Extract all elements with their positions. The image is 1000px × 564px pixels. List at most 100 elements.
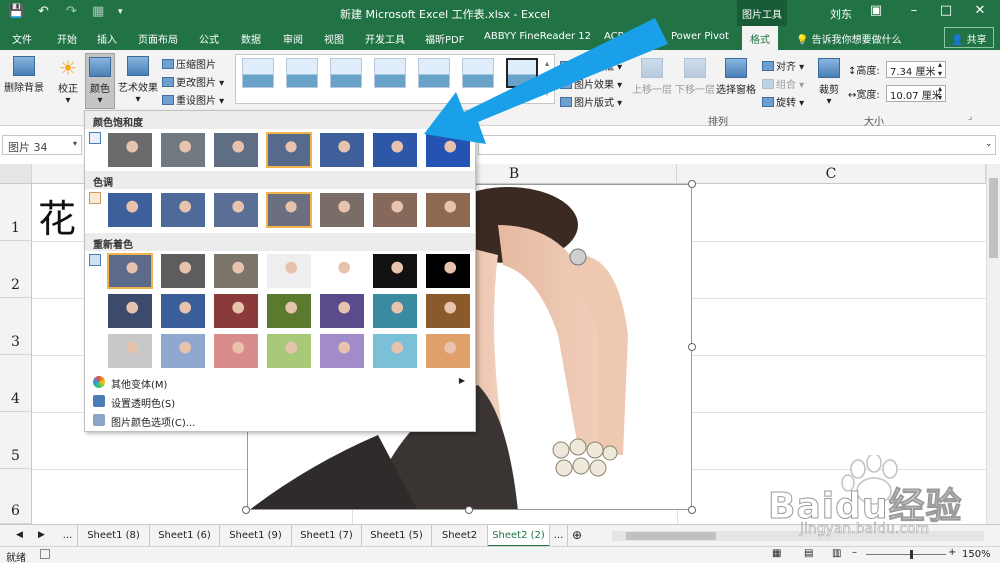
picture-effects-button[interactable]: 图片效果 ▾ — [560, 76, 622, 91]
row-header-3[interactable]: 3 — [0, 298, 32, 355]
h-scrollbar-thumb[interactable] — [626, 532, 716, 540]
color-button[interactable]: 颜色 ▾ — [85, 53, 115, 109]
tab-insert[interactable]: 插入 — [97, 31, 117, 46]
color-option-swatch[interactable] — [107, 192, 153, 228]
color-option-swatch[interactable] — [266, 293, 312, 329]
group-button[interactable]: 组合 ▾ — [762, 76, 804, 91]
page-layout-view-icon[interactable]: ▤ — [804, 548, 813, 559]
more-variants-item[interactable]: 其他变体(M) ▶ — [89, 373, 473, 392]
color-option-swatch[interactable] — [213, 192, 259, 228]
cell-a1-text[interactable]: 花 — [38, 188, 76, 243]
maximize-icon[interactable]: □ — [936, 3, 956, 18]
color-option-swatch[interactable] — [160, 253, 206, 289]
scrollbar-thumb[interactable] — [989, 178, 998, 258]
color-option-swatch[interactable] — [213, 333, 259, 369]
normal-view-icon[interactable]: ▦ — [772, 548, 781, 559]
undo-icon[interactable]: ↶ — [38, 4, 49, 19]
color-option-swatch[interactable] — [372, 333, 418, 369]
color-option-swatch[interactable] — [425, 293, 471, 329]
sheet-tab-more-left[interactable]: ... — [58, 525, 78, 547]
resize-handle[interactable] — [465, 506, 473, 514]
tab-developer[interactable]: 开发工具 — [365, 31, 405, 46]
picture-style-5[interactable] — [418, 58, 450, 88]
tab-abbyy[interactable]: ABBYY FineReader 12 — [484, 31, 591, 42]
picture-layout-button[interactable]: 图片版式 ▾ — [560, 94, 622, 109]
vertical-scrollbar[interactable] — [986, 164, 1000, 524]
sheet-tab-more-right[interactable]: ... — [550, 525, 568, 547]
color-options-item[interactable]: 图片颜色选项(C)... — [89, 411, 473, 430]
color-option-swatch[interactable] — [372, 132, 418, 168]
sheet-tab[interactable]: Sheet1 (6) — [150, 525, 220, 547]
color-option-swatch[interactable] — [213, 293, 259, 329]
color-option-swatch[interactable] — [107, 132, 153, 168]
selection-pane-button[interactable]: 选择窗格 — [716, 58, 756, 96]
color-option-swatch[interactable] — [213, 253, 259, 289]
color-option-swatch[interactable] — [425, 253, 471, 289]
picture-style-2[interactable] — [286, 58, 318, 88]
tab-formulas[interactable]: 公式 — [199, 31, 219, 46]
add-sheet-icon[interactable]: ⊕ — [572, 528, 582, 542]
color-option-swatch[interactable] — [266, 333, 312, 369]
tab-format[interactable]: 格式 — [742, 26, 778, 50]
picture-style-7[interactable] — [506, 58, 538, 88]
formula-input[interactable] — [478, 135, 996, 155]
color-option-swatch[interactable] — [266, 132, 312, 168]
color-option-swatch[interactable] — [160, 192, 206, 228]
color-option-swatch[interactable] — [160, 333, 206, 369]
color-option-swatch[interactable] — [319, 132, 365, 168]
row-header-6[interactable]: 6 — [0, 469, 32, 524]
change-picture-button[interactable]: 更改图片 ▾ — [162, 74, 224, 89]
corrections-button[interactable]: ☀ 校正 ▾ — [54, 56, 82, 106]
save-icon[interactable]: 💾 — [8, 4, 24, 19]
color-option-swatch[interactable] — [107, 293, 153, 329]
scroll-left-icon[interactable]: ◀ — [16, 530, 23, 540]
select-all-corner[interactable] — [0, 164, 32, 184]
zoom-slider[interactable] — [866, 554, 946, 555]
tab-home[interactable]: 开始 — [57, 31, 77, 46]
tab-data[interactable]: 数据 — [241, 31, 261, 46]
scroll-right-icon[interactable]: ▶ — [38, 530, 45, 540]
tab-review[interactable]: 审阅 — [283, 31, 303, 46]
picture-border-button[interactable]: 图片边框 ▾ — [560, 58, 622, 73]
resize-handle[interactable] — [242, 506, 250, 514]
zoom-in-icon[interactable]: + — [948, 547, 956, 558]
name-box[interactable]: 图片 34 ▾ — [2, 135, 82, 155]
row-header-5[interactable]: 5 — [0, 412, 32, 469]
size-dialog-launcher[interactable]: ⌟ — [968, 112, 972, 122]
color-option-swatch[interactable] — [319, 192, 365, 228]
color-option-swatch[interactable] — [425, 132, 471, 168]
page-break-view-icon[interactable]: ▥ — [832, 548, 841, 559]
tab-file[interactable]: 文件 — [12, 31, 32, 46]
share-button[interactable]: 👤 共享 — [944, 27, 994, 48]
gallery-scroll[interactable]: ▴ ▾ ▿ — [545, 56, 549, 101]
picture-style-3[interactable] — [330, 58, 362, 88]
tab-page-layout[interactable]: 页面布局 — [138, 31, 178, 46]
resize-handle[interactable] — [688, 343, 696, 351]
color-option-swatch[interactable] — [160, 132, 206, 168]
resize-handle[interactable] — [688, 180, 696, 188]
color-option-swatch[interactable] — [160, 293, 206, 329]
name-box-dropdown-icon[interactable]: ▾ — [73, 139, 77, 148]
width-spinner[interactable]: ▴ ▾ — [938, 84, 942, 102]
user-name[interactable]: 刘东 — [830, 6, 852, 22]
minimize-icon[interactable]: – — [904, 3, 924, 18]
ribbon-display-icon[interactable]: ▣ — [866, 3, 886, 18]
remove-background-button[interactable]: 删除背景 — [4, 56, 44, 94]
picture-style-6[interactable] — [462, 58, 494, 88]
close-icon[interactable]: ✕ — [970, 3, 990, 18]
tab-power-pivot[interactable]: Power Pivot — [671, 31, 729, 42]
resize-handle[interactable] — [688, 506, 696, 514]
picture-style-1[interactable] — [242, 58, 274, 88]
set-transparent-item[interactable]: 设置透明色(S) — [89, 392, 473, 411]
align-button[interactable]: 对齐 ▾ — [762, 58, 804, 73]
height-spinner[interactable]: ▴ ▾ — [938, 60, 942, 78]
tell-me-search[interactable]: 💡 告诉我你想要做什么 — [796, 31, 902, 46]
sheet-tab[interactable]: Sheet1 (5) — [362, 525, 432, 547]
picture-style-4[interactable] — [374, 58, 406, 88]
reset-picture-button[interactable]: 重设图片 ▾ — [162, 92, 224, 107]
sheet-tab[interactable]: Sheet1 (7) — [292, 525, 362, 547]
color-option-swatch[interactable] — [107, 253, 153, 289]
color-option-swatch[interactable] — [319, 333, 365, 369]
artistic-effects-button[interactable]: 艺术效果 ▾ — [118, 56, 158, 105]
sheet-tab[interactable]: Sheet1 (9) — [220, 525, 292, 547]
